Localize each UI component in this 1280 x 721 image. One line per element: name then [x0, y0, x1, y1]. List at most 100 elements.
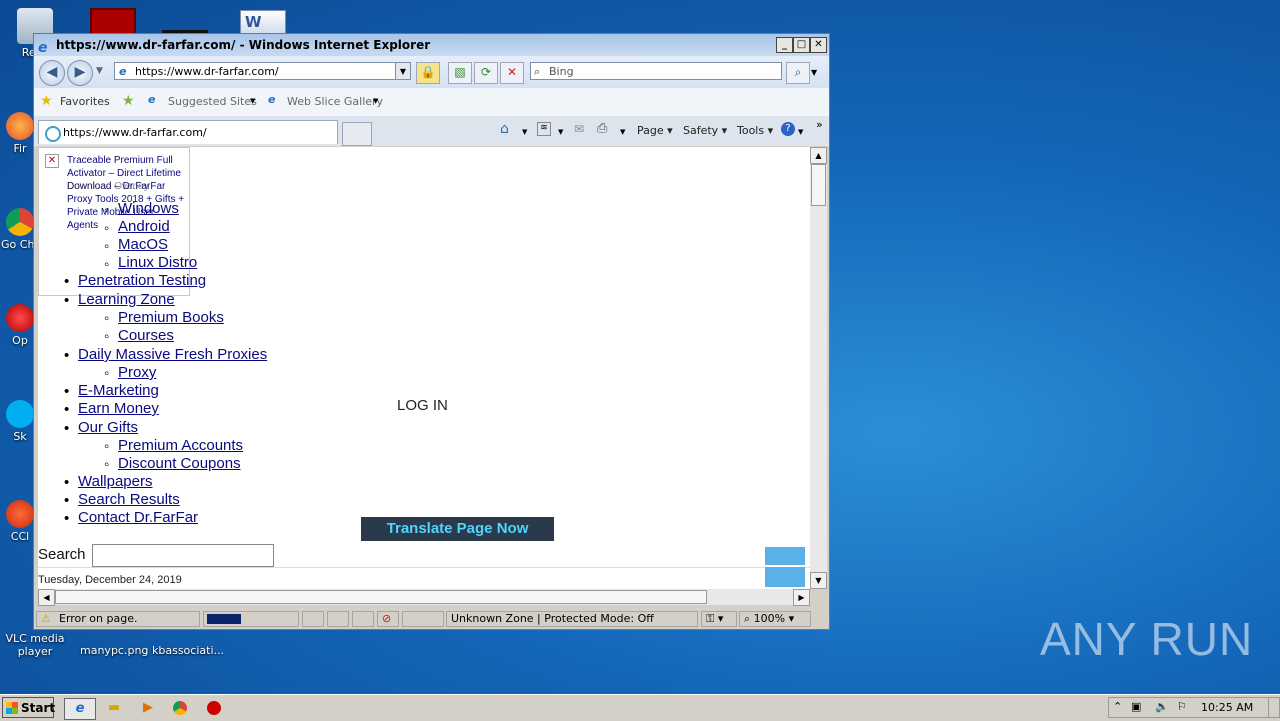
dropdown-icon[interactable]: ▼	[620, 128, 625, 136]
popup-blocker-icon[interactable]: ⊘	[377, 611, 399, 627]
menu-item-contact[interactable]: Contact Dr.FarFar	[78, 509, 198, 526]
feeds-icon[interactable]: ≋	[537, 122, 551, 136]
help-icon[interactable]: ?	[781, 122, 795, 136]
maximize-button[interactable]: □	[793, 37, 810, 53]
menu-item-learning-zone[interactable]: Learning Zone	[78, 291, 175, 308]
side-widget[interactable]	[765, 547, 805, 587]
mail-icon[interactable]: ✉	[574, 122, 584, 136]
anyrun-watermark: ANY RUN	[1040, 612, 1253, 666]
menu-item-daily-fresh-proxies[interactable]: Daily Massive Fresh Proxies	[78, 346, 267, 363]
zoom-panel[interactable]: ⌕ 100% ▾	[739, 611, 811, 627]
windows-logo-icon	[6, 702, 18, 714]
print-icon[interactable]: ⎙	[597, 121, 607, 136]
taskbar-ie-icon[interactable]: e	[64, 698, 96, 720]
web-slice-gallery-link[interactable]: Web Slice Gallery	[287, 95, 383, 108]
desktop-icon-label: Op	[12, 334, 28, 347]
desktop-icon-kbassociati[interactable]: kbassociati...	[150, 644, 226, 657]
search-label: Search	[38, 546, 86, 563]
taskbar-opera-icon[interactable]	[202, 698, 226, 718]
menu-item-courses[interactable]: Courses	[118, 327, 174, 344]
taskbar-chrome-icon[interactable]	[168, 698, 192, 718]
taskbar-explorer-icon[interactable]: ▬	[102, 698, 126, 718]
protected-mode-icon[interactable]: ⚿ ▾	[701, 611, 737, 627]
watermark-text: ANY RUN	[1040, 613, 1254, 665]
search-go-button[interactable]: ⌕	[786, 62, 810, 84]
action-center-flag-icon[interactable]: ⚐	[1177, 700, 1187, 713]
stop-icon[interactable]: ✕	[500, 62, 524, 84]
menu-item-our-gifts[interactable]: Our Gifts	[78, 419, 138, 436]
tab-title: https://www.dr-farfar.com/	[63, 126, 207, 139]
suggested-sites-link[interactable]: Suggested Sites	[168, 95, 257, 108]
translate-button[interactable]: Translate Page Now	[361, 517, 554, 541]
zone-panel[interactable]: Unknown Zone | Protected Mode: Off	[446, 611, 698, 627]
search-input[interactable]: ⌕ Bing	[530, 62, 782, 80]
home-icon[interactable]: ⌂	[500, 121, 509, 137]
back-button[interactable]: ◀	[39, 60, 65, 86]
scroll-up-button[interactable]: ▲	[810, 147, 827, 164]
progress-bar	[207, 614, 241, 624]
address-bar[interactable]: e https://www.dr-farfar.com/ ▼	[114, 62, 411, 80]
menu-item-penetration-testing[interactable]: Penetration Testing	[78, 272, 206, 289]
desktop-icon-label: Fir	[13, 142, 27, 155]
page-search-input[interactable]	[92, 544, 274, 567]
dropdown-icon[interactable]: ▼	[250, 97, 255, 105]
new-tab-button[interactable]	[342, 122, 372, 146]
scroll-thumb[interactable]	[811, 164, 826, 206]
loading-icon	[45, 126, 61, 142]
forward-button[interactable]: ▶	[67, 60, 93, 86]
dropdown-icon[interactable]: ▼	[522, 128, 527, 136]
menu-item-linux-distro[interactable]: Linux Distro	[118, 254, 197, 271]
horizontal-scrollbar[interactable]: ◀ ▶	[38, 589, 810, 606]
vertical-scrollbar[interactable]: ▲ ▼	[810, 147, 827, 589]
error-panel[interactable]: ⚠ Error on page.	[36, 611, 200, 627]
menu-item-android[interactable]: Android	[118, 218, 170, 235]
show-desktop-button[interactable]	[1268, 698, 1279, 717]
address-row: ◀ ▶ ▼ e https://www.dr-farfar.com/ ▼ 🔒 ▧…	[34, 56, 829, 88]
menu-item-earn-money[interactable]: Earn Money	[78, 400, 159, 417]
search-options-icon[interactable]: ▼	[811, 68, 817, 77]
tray-expand-icon[interactable]: ⌃	[1113, 700, 1122, 713]
scroll-left-button[interactable]: ◀	[38, 589, 55, 606]
menu-item-macos[interactable]: MacOS	[118, 236, 168, 253]
page-menu[interactable]: Page ▾	[637, 124, 673, 137]
desktop-icon-vlc[interactable]: VLC media player	[5, 632, 65, 658]
volume-icon[interactable]: 🔈	[1155, 700, 1169, 713]
compatibility-view-icon[interactable]: ▧	[448, 62, 472, 84]
dropdown-icon[interactable]: ▼	[373, 97, 378, 105]
clock[interactable]: 10:25 AM	[1201, 701, 1253, 714]
scroll-right-button[interactable]: ▶	[793, 589, 810, 606]
network-icon[interactable]: ▣	[1131, 700, 1141, 713]
search-placeholder: Bing	[549, 65, 574, 78]
menu-item-wallpapers[interactable]: Wallpapers	[78, 473, 152, 490]
tab-current[interactable]: https://www.dr-farfar.com/	[38, 120, 338, 144]
recent-pages-icon[interactable]: ▼	[96, 66, 103, 76]
minimize-button[interactable]: _	[776, 37, 793, 53]
favorites-button[interactable]: Favorites	[60, 95, 110, 108]
chevron-icon[interactable]: »	[816, 118, 823, 131]
hscroll-thumb[interactable]	[55, 590, 707, 604]
dropdown-icon[interactable]: ▼	[558, 128, 563, 136]
refresh-icon[interactable]: ⟳	[474, 62, 498, 84]
page-content: ✕ Traceable Premium Full Activator – Dir…	[38, 147, 810, 589]
tools-menu[interactable]: Tools ▾	[737, 124, 773, 137]
scroll-down-button[interactable]: ▼	[810, 572, 827, 589]
dropdown-icon[interactable]: ▼	[798, 128, 803, 136]
chrome-icon	[6, 208, 34, 236]
taskbar-media-player-icon[interactable]: ▶	[136, 698, 160, 718]
menu-item-discount-coupons[interactable]: Discount Coupons	[118, 455, 241, 472]
menu-item-proxy[interactable]: Proxy	[118, 364, 156, 381]
login-link[interactable]: LOG IN	[397, 397, 448, 414]
close-button[interactable]: ✕	[810, 37, 827, 53]
add-favorite-icon[interactable]: ★	[122, 93, 135, 109]
desktop-icon-manypc[interactable]: manypc.png	[80, 644, 148, 657]
menu-item-windows[interactable]: Windows	[118, 200, 179, 217]
menu-item-premium-books[interactable]: Premium Books	[118, 309, 224, 326]
menu-item-e-marketing[interactable]: E-Marketing	[78, 382, 159, 399]
start-button[interactable]: Start	[2, 697, 55, 718]
menu-item-premium-accounts[interactable]: Premium Accounts	[118, 437, 243, 454]
menu-item-search-results[interactable]: Search Results	[78, 491, 180, 508]
window-title-bar[interactable]: e https://www.dr-farfar.com/ - Windows I…	[34, 34, 829, 56]
address-dropdown-icon[interactable]: ▼	[395, 63, 410, 79]
safety-menu[interactable]: Safety ▾	[683, 124, 727, 137]
security-lock-icon[interactable]: 🔒	[416, 62, 440, 84]
